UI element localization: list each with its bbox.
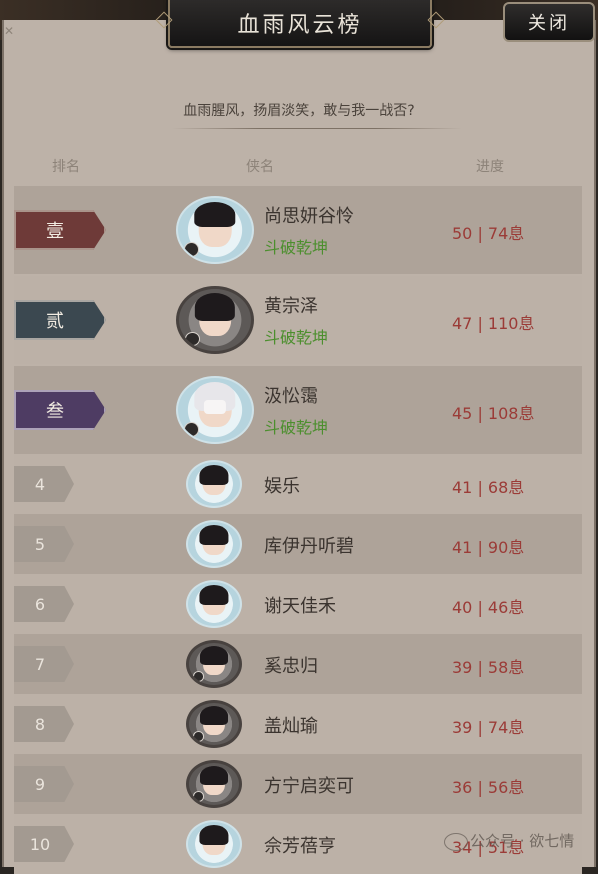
progress-value: 41 | 90息 [452, 538, 525, 557]
rank-badge: 贰 [14, 300, 106, 340]
ranking-row[interactable]: 9 方宁启奕可 36 | 56息 [14, 754, 582, 814]
subtitle: 血雨腥风，扬眉淡笑，敢与我一战否? [183, 103, 415, 119]
player-name: 盖灿瑜 [264, 716, 318, 737]
player-avatar[interactable] [186, 640, 242, 688]
sect-emblem-icon [193, 791, 204, 802]
player-name: 奚忠归 [264, 656, 318, 677]
player-avatar[interactable] [186, 820, 242, 868]
progress-value: 40 | 46息 [452, 598, 525, 617]
player-name: 娱乐 [264, 476, 300, 497]
ranking-row[interactable]: 5 库伊丹听碧 41 | 90息 [14, 514, 582, 574]
sect-emblem-icon [193, 731, 204, 742]
ranking-row[interactable]: 6 谢天佳禾 40 | 46息 [14, 574, 582, 634]
progress-value: 36 | 56息 [452, 778, 525, 797]
progress-value: 45 | 108息 [452, 404, 535, 423]
sect-emblem-icon [193, 671, 204, 682]
page-title: 血雨风云榜 [237, 13, 363, 38]
watermark: 公众号 · 欲七情 [444, 830, 574, 851]
guild-name: 斗破乾坤 [264, 328, 329, 347]
progress-value: 39 | 74息 [452, 718, 525, 737]
sect-emblem-icon [183, 422, 200, 437]
rank-number: 5 [14, 526, 74, 562]
player-name: 方宁启奕可 [264, 776, 354, 797]
column-header-name: 侠名 [246, 159, 274, 175]
rank-number: 8 [14, 706, 74, 742]
column-header-rank: 排名 [52, 159, 80, 175]
player-name: 黄宗泽 [264, 296, 318, 317]
ranking-row[interactable]: 8 盖灿瑜 39 | 74息 [14, 694, 582, 754]
column-header-progress: 进度 [476, 159, 504, 175]
sect-emblem-icon [183, 242, 200, 257]
progress-value: 50 | 74息 [452, 224, 525, 243]
player-avatar[interactable] [176, 196, 254, 264]
player-avatar[interactable] [176, 376, 254, 444]
title-plate: 血雨风云榜 [155, 0, 445, 48]
guild-name: 斗破乾坤 [264, 418, 329, 437]
ranking-row[interactable]: 贰 黄宗泽 斗破乾坤 47 | 110息 [14, 276, 582, 364]
rank-badge: 叁 [14, 390, 106, 430]
guild-name: 斗破乾坤 [264, 238, 329, 257]
rank-number: 10 [14, 826, 74, 862]
player-name: 库伊丹听碧 [264, 536, 354, 557]
progress-value: 47 | 110息 [452, 314, 535, 333]
rank-number: 4 [14, 466, 74, 502]
ranking-row[interactable]: 壹 尚思妍谷怜 斗破乾坤 50 | 74息 [14, 186, 582, 274]
player-avatar[interactable] [186, 760, 242, 808]
rank-number: 9 [14, 766, 74, 802]
close-button[interactable]: 关闭 [503, 2, 595, 42]
rank-badge: 壹 [14, 210, 106, 250]
ranking-row[interactable]: 叁 汲忪霭 斗破乾坤 45 | 108息 [14, 366, 582, 454]
divider [172, 128, 462, 129]
player-avatar[interactable] [186, 700, 242, 748]
player-name: 尚思妍谷怜 [264, 206, 354, 227]
player-name: 谢天佳禾 [264, 596, 336, 617]
player-avatar[interactable] [186, 580, 242, 628]
ranking-row[interactable]: 7 奚忠归 39 | 58息 [14, 634, 582, 694]
player-avatar[interactable] [186, 460, 242, 508]
corner-decoration-icon: ✕ [4, 24, 15, 38]
wechat-icon [444, 832, 468, 851]
rank-number: 6 [14, 586, 74, 622]
player-name: 汲忪霭 [264, 386, 318, 407]
sect-emblem-icon [184, 331, 200, 347]
rank-number: 7 [14, 646, 74, 682]
progress-value: 39 | 58息 [452, 658, 525, 677]
player-name: 佘芳蓓亨 [264, 836, 336, 857]
player-avatar[interactable] [176, 286, 254, 354]
ranking-row[interactable]: 4 娱乐 41 | 68息 [14, 454, 582, 514]
progress-value: 41 | 68息 [452, 478, 525, 497]
player-avatar[interactable] [186, 520, 242, 568]
